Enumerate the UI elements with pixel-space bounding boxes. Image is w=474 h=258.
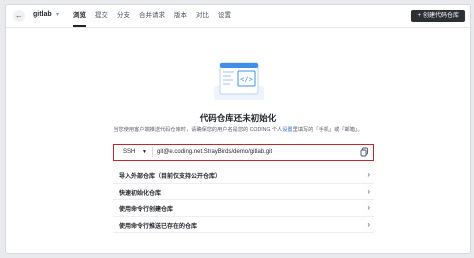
chevron-right-icon: › bbox=[367, 186, 370, 196]
repo-name[interactable]: gitlab bbox=[33, 11, 52, 18]
tab-browse[interactable]: 浏览 bbox=[73, 5, 86, 27]
code-window-illustration: </> bbox=[214, 62, 264, 100]
chevron-right-icon: › bbox=[367, 219, 370, 229]
tab-settings[interactable]: 设置 bbox=[218, 5, 231, 27]
create-repo-button[interactable]: + 创建代码仓库 bbox=[411, 10, 465, 22]
plus-icon: + bbox=[417, 13, 421, 19]
option-label: 使用命令行推送已存在的仓库 bbox=[119, 223, 198, 230]
protocol-label: SSH bbox=[123, 149, 136, 155]
init-description: 当您使用客户端推送代码仓库时，请确保您的用户名是您的 CODING 个人设置里填… bbox=[6, 126, 470, 133]
svg-text:</>: </> bbox=[240, 76, 253, 84]
copy-icon[interactable] bbox=[360, 147, 369, 157]
description-text: 当您使用客户端推送代码仓库时，请确保您的用户名是您的 CODING 个人 bbox=[113, 127, 283, 133]
page-title: 代码仓库还未初始化 bbox=[199, 113, 277, 123]
chevron-down-icon[interactable]: ▾ bbox=[56, 11, 59, 18]
settings-link[interactable]: 设置 bbox=[282, 127, 292, 133]
repo-tabs: 浏览 提交 分支 合并请求 版本 对比 设置 bbox=[73, 5, 240, 27]
chevron-right-icon: › bbox=[367, 203, 370, 212]
option-label: 使用命令行创建仓库 bbox=[119, 207, 174, 213]
option-import-external-repo[interactable]: 导入外部仓库（目前仅支持公开仓库） › bbox=[113, 167, 374, 184]
description-text-end: 里填写的「手机」或「邮箱」。 bbox=[292, 127, 363, 133]
caret-down-icon: ▼ bbox=[142, 149, 147, 155]
init-options-list: 导入外部仓库（目前仅支持公开仓库） › 快速初始化仓库 › 使用命令行创建仓库 … bbox=[113, 167, 374, 233]
tab-branches[interactable]: 分支 bbox=[117, 5, 130, 27]
tab-releases[interactable]: 版本 bbox=[174, 5, 187, 27]
protocol-select[interactable]: SSH ▼ bbox=[118, 147, 153, 157]
clone-url-field[interactable] bbox=[157, 147, 357, 157]
clone-url-box: SSH ▼ bbox=[113, 144, 374, 161]
option-quick-init[interactable]: 快速初始化仓库 › bbox=[113, 184, 374, 200]
app-window: ← gitlab ▾ 浏览 提交 分支 合并请求 版本 对比 设置 + 创建代码仓… bbox=[5, 4, 471, 254]
tab-commits[interactable]: 提交 bbox=[95, 5, 108, 27]
option-cli-create[interactable]: 使用命令行创建仓库 › bbox=[113, 200, 374, 217]
repo-topbar: ← gitlab ▾ 浏览 提交 分支 合并请求 版本 对比 设置 + 创建代码仓… bbox=[6, 5, 470, 28]
tab-compare[interactable]: 对比 bbox=[196, 5, 209, 27]
back-arrow-icon[interactable]: ← bbox=[13, 10, 25, 22]
option-label: 导入外部仓库（目前仅支持公开仓库） bbox=[119, 174, 222, 180]
option-cli-push-existing[interactable]: 使用命令行推送已存在的仓库 › bbox=[113, 217, 374, 233]
tab-merge-requests[interactable]: 合并请求 bbox=[139, 5, 165, 27]
option-label: 快速初始化仓库 bbox=[119, 190, 162, 197]
chevron-right-icon: › bbox=[367, 170, 370, 179]
create-repo-label: 创建代码仓库 bbox=[422, 13, 459, 19]
